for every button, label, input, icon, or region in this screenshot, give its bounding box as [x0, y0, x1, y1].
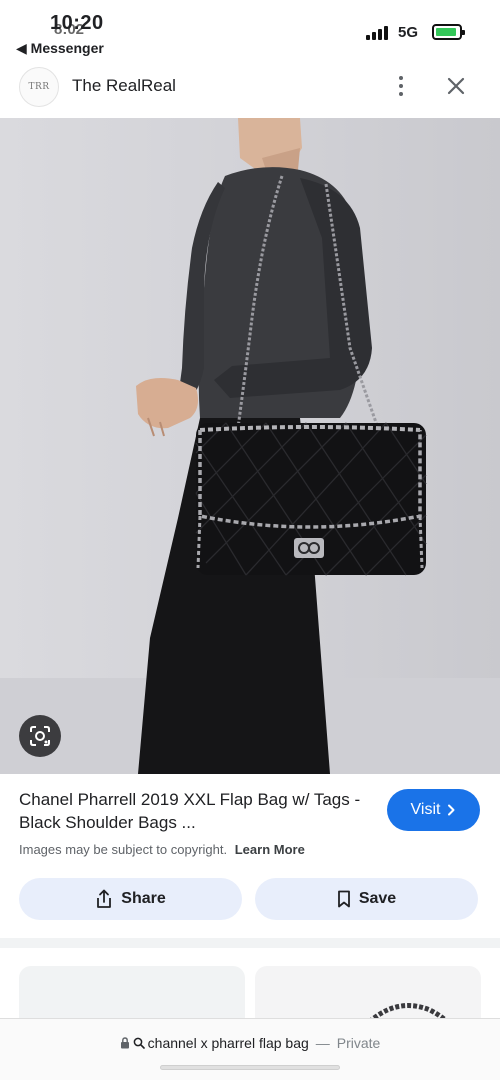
- battery-icon: [432, 24, 465, 40]
- save-label: Save: [358, 890, 397, 907]
- lens-search-button[interactable]: [19, 715, 61, 757]
- result-info-panel: Chanel Pharrell 2019 XXL Flap Bag w/ Tag…: [0, 774, 500, 934]
- status-time: 10:20: [50, 12, 104, 34]
- share-button[interactable]: Share: [19, 878, 242, 920]
- close-icon[interactable]: [444, 74, 468, 98]
- search-query: channel x pharrel flap bag: [147, 1035, 309, 1051]
- lock-icon: [120, 1037, 129, 1049]
- related-bag-thumbnail: [363, 1003, 453, 1026]
- status-bar: 8:02 10:20 ◀ Messenger 5G: [0, 0, 500, 62]
- chevron-right-icon: [448, 804, 455, 816]
- related-result-card[interactable]: [255, 966, 481, 1026]
- signal-icon: [366, 26, 392, 40]
- privacy-label: Private: [336, 1035, 381, 1051]
- share-icon: [97, 889, 112, 908]
- related-results: [0, 948, 500, 1026]
- copyright-text: Images may be subject to copyright.: [19, 842, 228, 857]
- model-with-bag-illustration: [0, 118, 500, 774]
- network-type: 5G: [398, 24, 419, 41]
- product-title[interactable]: Chanel Pharrell 2019 XXL Flap Bag w/ Tag…: [19, 788, 369, 834]
- search-query-bar[interactable]: channel x pharrel flap bag — Private: [0, 1035, 500, 1051]
- home-indicator[interactable]: [160, 1065, 340, 1070]
- lens-icon: [30, 726, 50, 746]
- site-name[interactable]: The RealReal: [72, 76, 176, 96]
- visit-button[interactable]: Visit: [387, 789, 480, 831]
- source-header: TRR The RealReal: [0, 62, 500, 118]
- related-result-card[interactable]: [19, 966, 245, 1026]
- back-to-app-link[interactable]: ◀ Messenger: [16, 40, 104, 57]
- site-logo: TRR: [19, 67, 59, 107]
- learn-more-link[interactable]: Learn More: [235, 842, 305, 857]
- visit-label: Visit: [410, 801, 441, 818]
- copyright-notice: Images may be subject to copyright. Lear…: [19, 842, 305, 857]
- bookmark-icon: [337, 890, 350, 908]
- share-label: Share: [121, 890, 166, 907]
- browser-bottom-bar[interactable]: channel x pharrel flap bag — Private: [0, 1018, 500, 1080]
- product-image[interactable]: [0, 118, 500, 774]
- separator-dash: —: [315, 1035, 330, 1051]
- search-icon: [133, 1037, 145, 1049]
- section-divider: [0, 938, 500, 948]
- more-options-icon[interactable]: [390, 73, 412, 99]
- save-button[interactable]: Save: [255, 878, 478, 920]
